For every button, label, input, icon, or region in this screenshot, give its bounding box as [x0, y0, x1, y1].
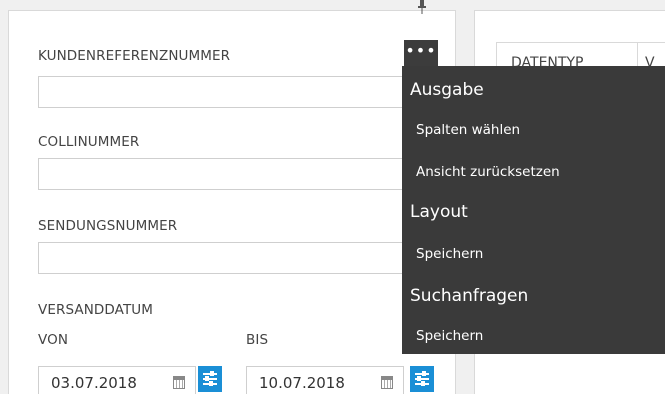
- von-label: VON: [38, 332, 69, 348]
- collinummer-label: COLLINUMMER: [38, 134, 140, 150]
- filter-panel: [8, 10, 456, 394]
- options-menu: Ausgabe Spalten wählen Ansicht zurückset…: [402, 66, 665, 354]
- von-date-value: 03.07.2018: [51, 374, 137, 392]
- menu-item-suchanfragen-speichern[interactable]: Speichern: [416, 328, 483, 344]
- kundenreferenz-input[interactable]: [38, 76, 438, 108]
- sendungsnummer-input[interactable]: [38, 242, 438, 274]
- calendar-icon[interactable]: [381, 376, 393, 389]
- more-options-button[interactable]: •••: [404, 40, 438, 66]
- sendungsnummer-label: SENDUNGSNUMMER: [38, 218, 178, 234]
- pin-icon[interactable]: [416, 0, 428, 14]
- bis-date-value: 10.07.2018: [259, 374, 345, 392]
- menu-item-ansicht-zuruecksetzen[interactable]: Ansicht zurücksetzen: [416, 164, 560, 180]
- von-date-input[interactable]: 03.07.2018: [38, 366, 196, 394]
- menu-section-ausgabe: Ausgabe: [410, 80, 484, 100]
- von-filter-button[interactable]: [198, 366, 222, 392]
- menu-section-layout: Layout: [410, 202, 468, 222]
- menu-section-suchanfragen: Suchanfragen: [410, 286, 529, 306]
- bis-label: BIS: [246, 332, 269, 348]
- menu-item-spalten-waehlen[interactable]: Spalten wählen: [416, 122, 520, 138]
- bis-filter-button[interactable]: [410, 366, 434, 392]
- collinummer-input[interactable]: [38, 158, 438, 190]
- versanddatum-label: VERSANDDATUM: [38, 302, 154, 318]
- calendar-icon[interactable]: [173, 376, 185, 389]
- bis-date-input[interactable]: 10.07.2018: [246, 366, 404, 394]
- kundenreferenz-label: KUNDENREFERENZNUMMER: [38, 48, 231, 64]
- menu-item-layout-speichern[interactable]: Speichern: [416, 246, 483, 262]
